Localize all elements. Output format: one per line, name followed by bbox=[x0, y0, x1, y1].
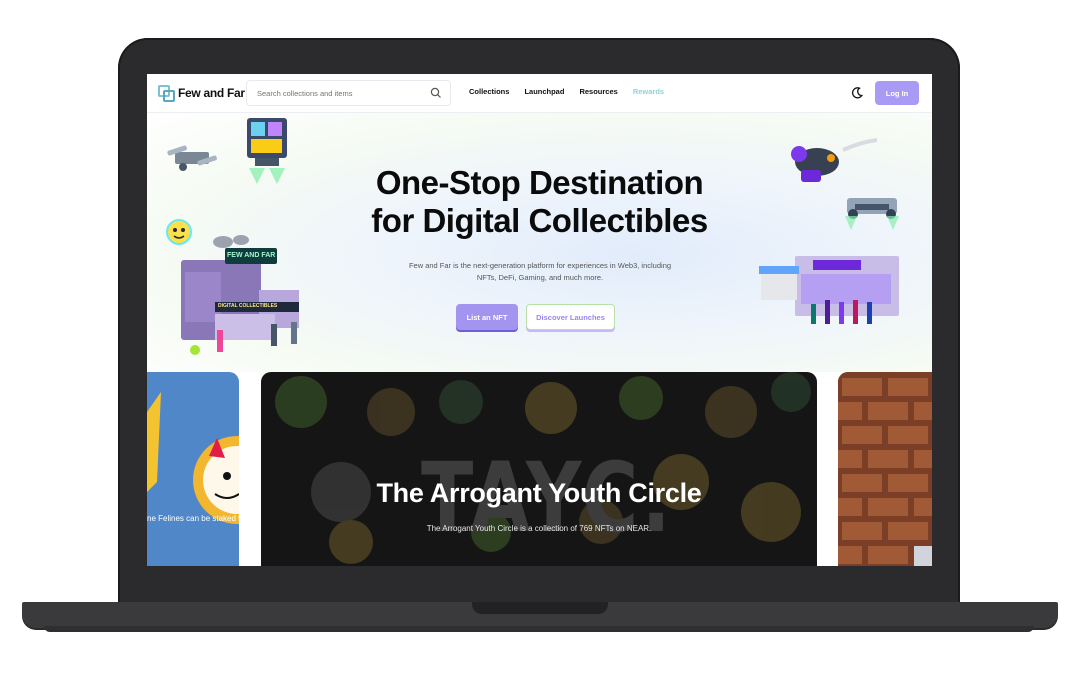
pixel-brick-image bbox=[838, 372, 932, 566]
market-stall-illustration bbox=[759, 256, 899, 324]
search-input[interactable] bbox=[255, 87, 429, 99]
laptop-notch bbox=[472, 602, 608, 614]
nav-link-collections[interactable]: Collections bbox=[469, 87, 509, 96]
hero-section: FEW AND FAR DIGITAL COLLECTIBLES One-Sto… bbox=[147, 112, 932, 372]
search-icon[interactable] bbox=[430, 87, 442, 99]
feline-coin-image bbox=[147, 392, 239, 524]
browser-screen: Few and Far Collections Launchpad Resour… bbox=[147, 74, 932, 566]
store-sign: FEW AND FAR bbox=[227, 252, 276, 259]
hero-subtitle: Few and Far is the next-generation platf… bbox=[408, 261, 672, 282]
featured-collection-title: The Arrogant Youth Circle bbox=[376, 478, 702, 508]
hero-title: One-Stop Destination for Digital Collecti… bbox=[147, 164, 932, 240]
hero-title-line2: for Digital Collectibles bbox=[371, 202, 708, 239]
dark-mode-toggle-icon[interactable] bbox=[849, 85, 865, 101]
search-box[interactable] bbox=[246, 80, 451, 106]
hero-title-line1: One-Stop Destination bbox=[375, 164, 704, 201]
login-button[interactable]: Log In bbox=[875, 81, 919, 105]
featured-collection-description: The Arrogant Youth Circle is a collectio… bbox=[426, 524, 652, 533]
carousel-card-next[interactable] bbox=[838, 372, 932, 566]
discover-launches-button[interactable]: Discover Launches bbox=[526, 304, 615, 330]
nav-link-rewards[interactable]: Rewards bbox=[633, 87, 664, 96]
laptop-base-lip bbox=[44, 626, 1034, 632]
carousel-prev-caption: ne Felines can be staked to bbox=[147, 514, 239, 523]
logo-text: Few and Far bbox=[178, 86, 245, 100]
top-navbar: Few and Far Collections Launchpad Resour… bbox=[147, 74, 932, 113]
nav-link-resources[interactable]: Resources bbox=[579, 87, 617, 96]
nav-link-launchpad[interactable]: Launchpad bbox=[524, 87, 564, 96]
logo[interactable]: Few and Far bbox=[158, 84, 245, 102]
few-and-far-store-illustration: FEW AND FAR DIGITAL COLLECTIBLES bbox=[175, 230, 305, 362]
list-nft-button[interactable]: List an NFT bbox=[456, 304, 518, 330]
logo-icon bbox=[158, 85, 175, 102]
featured-carousel: ne Felines can be staked to TAYC. The Ar… bbox=[147, 372, 932, 566]
store-banner: DIGITAL COLLECTIBLES bbox=[218, 303, 278, 309]
nav-links: Collections Launchpad Resources Rewards bbox=[469, 87, 679, 96]
carousel-card-prev[interactable]: ne Felines can be staked to bbox=[147, 372, 239, 566]
carousel-card-featured[interactable]: TAYC. The Arrogant Youth Circle The Arro… bbox=[261, 372, 817, 566]
